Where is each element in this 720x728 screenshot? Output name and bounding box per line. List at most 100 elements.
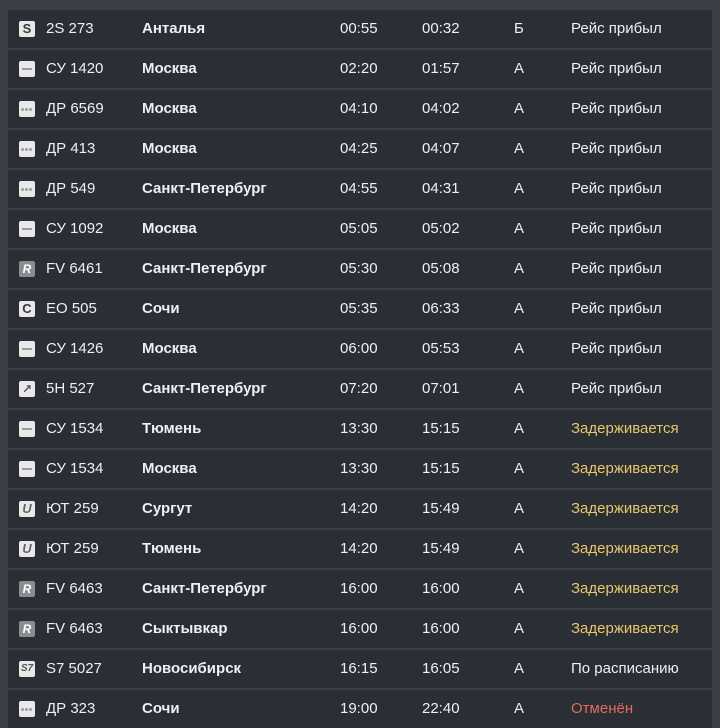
flight-row[interactable]: ДР 413 Москва 04:25 04:07 A Рейс прибыл <box>8 130 712 168</box>
flight-number: СУ 1534 <box>46 460 104 477</box>
actual-time: 04:07 <box>422 140 460 157</box>
city-name: Москва <box>142 100 197 117</box>
city-name: Санкт-Петербург <box>142 380 267 397</box>
airline-logo-dots-icon <box>19 701 35 717</box>
terminal: Б <box>514 20 524 37</box>
city-name: Москва <box>142 460 197 477</box>
terminal: A <box>514 460 525 477</box>
airline-logo-dash-icon <box>19 341 35 357</box>
scheduled-time: 06:00 <box>340 340 378 357</box>
flight-row[interactable]: C ЕО 505 Сочи 05:35 06:33 A Рейс прибыл <box>8 290 712 328</box>
city-name: Тюмень <box>142 540 202 557</box>
flight-number: ДР 549 <box>46 180 96 197</box>
flight-status: Задерживается <box>571 460 679 477</box>
scheduled-time: 14:20 <box>340 500 378 517</box>
airline-logo-r-icon: R <box>19 621 35 637</box>
flight-number: ДР 413 <box>46 140 96 157</box>
flight-number: СУ 1426 <box>46 340 104 357</box>
airline-logo-s7-icon: S7 <box>19 661 35 677</box>
actual-time: 16:05 <box>422 660 460 677</box>
city-name: Тюмень <box>142 420 202 437</box>
airline-logo-dash-icon <box>19 461 35 477</box>
scheduled-time: 04:55 <box>340 180 378 197</box>
airline-logo-u-icon: U <box>19 541 35 557</box>
airline-logo-r-icon: R <box>19 581 35 597</box>
flight-row[interactable]: СУ 1534 Тюмень 13:30 15:15 A Задерживается <box>8 410 712 448</box>
city-name: Новосибирск <box>142 660 242 677</box>
scheduled-time: 07:20 <box>340 380 378 397</box>
scheduled-time: 04:25 <box>340 140 378 157</box>
scheduled-time: 16:15 <box>340 660 378 677</box>
scheduled-time: 05:30 <box>340 260 378 277</box>
actual-time: 05:08 <box>422 260 460 277</box>
terminal: A <box>514 220 525 237</box>
city-name: Москва <box>142 60 197 77</box>
flight-number: ЮТ 259 <box>46 500 99 517</box>
flight-row[interactable]: R FV 6461 Санкт-Петербург 05:30 05:08 A Рейс п… <box>8 250 712 288</box>
airline-logo-s-icon: S <box>19 21 35 37</box>
scheduled-time: 13:30 <box>340 420 378 437</box>
flight-row[interactable]: ДР 549 Санкт-Петербург 04:55 04:31 A Рейс при… <box>8 170 712 208</box>
flight-row[interactable]: R FV 6463 Сыктывкар 16:00 16:00 A Задерживаетс… <box>8 610 712 648</box>
airline-logo-nw-icon: ↗ <box>19 381 35 397</box>
flight-status: Рейс прибыл <box>571 60 662 77</box>
airline-logo-r-icon: R <box>19 261 35 277</box>
flight-row[interactable]: S7 S7 5027 Новосибирск 16:15 16:05 A По распис… <box>8 650 712 688</box>
terminal: A <box>514 500 525 517</box>
flight-row[interactable]: R FV 6463 Санкт-Петербург 16:00 16:00 A Задерж… <box>8 570 712 608</box>
actual-time: 15:15 <box>422 420 460 437</box>
scheduled-time: 05:35 <box>340 300 378 317</box>
terminal: A <box>514 100 525 117</box>
city-name: Москва <box>142 140 197 157</box>
flight-row[interactable]: U ЮТ 259 Сургут 14:20 15:49 A Задерживается <box>8 490 712 528</box>
airline-logo-dots-icon <box>19 181 35 197</box>
flight-row[interactable]: СУ 1092 Москва 05:05 05:02 A Рейс прибыл <box>8 210 712 248</box>
city-name: Сургут <box>142 500 193 517</box>
actual-time: 04:02 <box>422 100 460 117</box>
flight-number: СУ 1534 <box>46 420 104 437</box>
flight-number: ДР 6569 <box>46 100 104 117</box>
city-name: Санкт-Петербург <box>142 180 267 197</box>
flight-status: Задерживается <box>571 620 679 637</box>
flight-row[interactable]: S 2S 273 Анталья 00:55 00:32 Б Рейс прибыл <box>8 10 712 48</box>
flight-row[interactable]: СУ 1534 Москва 13:30 15:15 A Задерживается <box>8 450 712 488</box>
terminal: A <box>514 660 525 677</box>
flight-status: Рейс прибыл <box>571 180 662 197</box>
flight-status: Рейс прибыл <box>571 100 662 117</box>
flight-status: Рейс прибыл <box>571 300 662 317</box>
city-name: Сыктывкар <box>142 620 228 637</box>
city-name: Москва <box>142 340 197 357</box>
actual-time: 01:57 <box>422 60 460 77</box>
flight-row[interactable]: ↗ 5Н 527 Санкт-Петербург 07:20 07:01 A Рейс пр… <box>8 370 712 408</box>
flight-number: 2S 273 <box>46 20 94 37</box>
flight-row[interactable]: ДР 6569 Москва 04:10 04:02 A Рейс прибыл <box>8 90 712 128</box>
terminal: A <box>514 620 525 637</box>
terminal: A <box>514 60 525 77</box>
flight-row[interactable]: ДР 323 Сочи 19:00 22:40 A Отменён <box>8 690 712 728</box>
airline-logo-dash-icon <box>19 221 35 237</box>
flight-row[interactable]: СУ 1426 Москва 06:00 05:53 A Рейс прибыл <box>8 330 712 368</box>
scheduled-time: 02:20 <box>340 60 378 77</box>
terminal: A <box>514 420 525 437</box>
actual-time: 06:33 <box>422 300 460 317</box>
airline-logo-c-icon: C <box>19 301 35 317</box>
scheduled-time: 04:10 <box>340 100 378 117</box>
city-name: Москва <box>142 220 197 237</box>
scheduled-time: 00:55 <box>340 20 378 37</box>
airline-logo-dots-icon <box>19 141 35 157</box>
airline-logo-u-icon: U <box>19 501 35 517</box>
actual-time: 05:02 <box>422 220 460 237</box>
terminal: A <box>514 580 525 597</box>
flight-row[interactable]: U ЮТ 259 Тюмень 14:20 15:49 A Задерживается <box>8 530 712 568</box>
flight-number: СУ 1420 <box>46 60 104 77</box>
flight-status: Задерживается <box>571 500 679 517</box>
flight-status: Рейс прибыл <box>571 340 662 357</box>
actual-time: 04:31 <box>422 180 460 197</box>
flight-row[interactable]: СУ 1420 Москва 02:20 01:57 A Рейс прибыл <box>8 50 712 88</box>
terminal: A <box>514 540 525 557</box>
flight-number: СУ 1092 <box>46 220 104 237</box>
flight-status: По расписанию <box>571 660 679 677</box>
flight-status: Задерживается <box>571 420 679 437</box>
flight-number: S7 5027 <box>46 660 102 677</box>
scheduled-time: 16:00 <box>340 620 378 637</box>
